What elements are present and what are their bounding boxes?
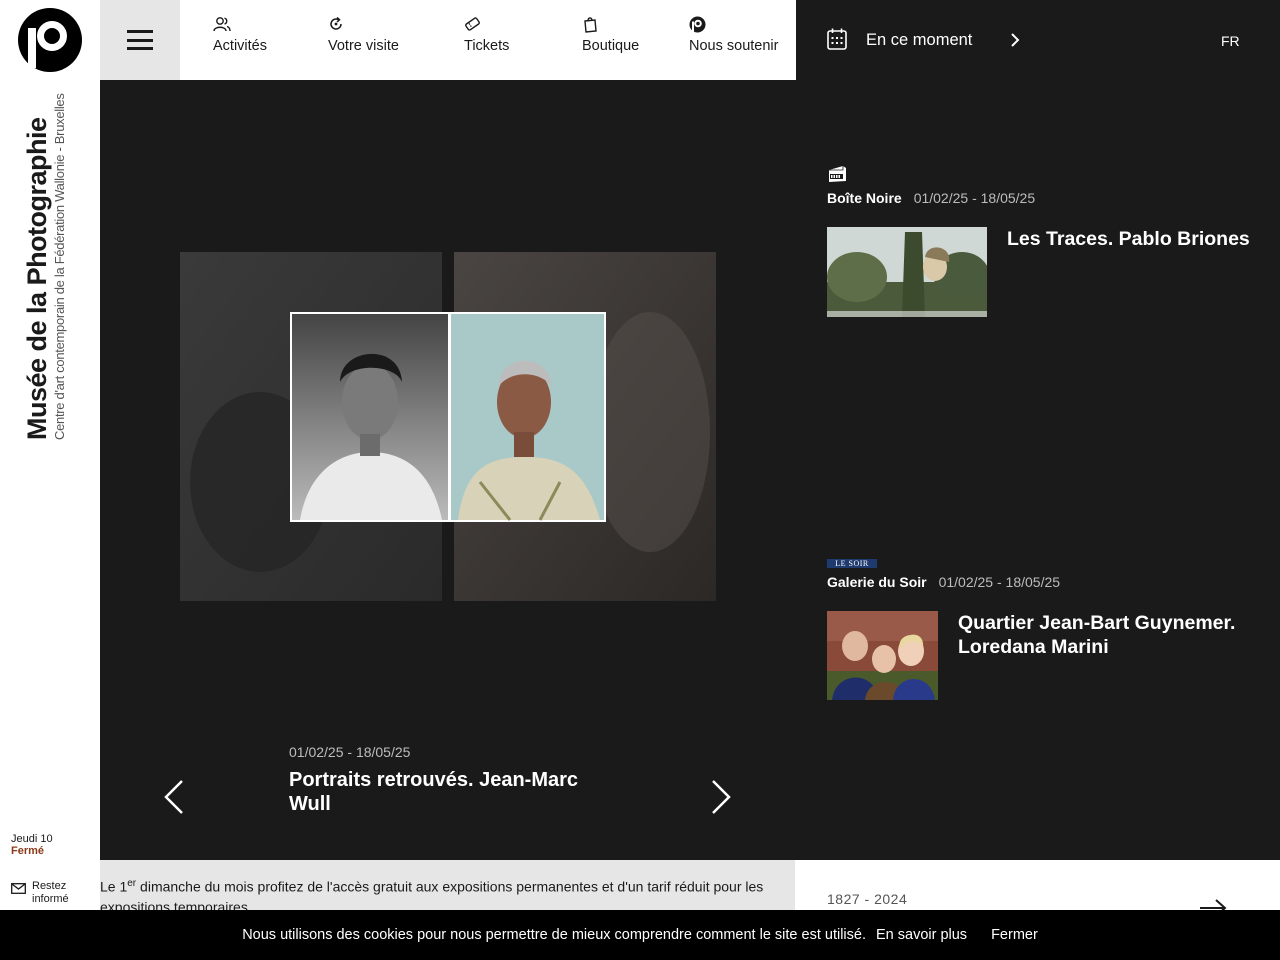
ticket-icon: [464, 16, 509, 34]
language-switch[interactable]: FR: [1221, 33, 1240, 49]
history-years: 1827 - 2024: [827, 891, 908, 907]
refresh-icon: [328, 16, 399, 34]
hero-image[interactable]: [180, 252, 716, 601]
hero-title[interactable]: Portraits retrouvés. Jean-Marc Wull: [289, 769, 578, 815]
next-slide-button[interactable]: [709, 779, 733, 820]
left-sidebar: Musée de la Photographie Centre d'art co…: [0, 0, 100, 960]
hamburger-icon: [127, 30, 153, 50]
exhibition-title: Les Traces. Pablo Briones: [1007, 228, 1250, 250]
nav-item-nous-soutenir[interactable]: Nous soutenir: [689, 16, 778, 54]
exhibition-meta: Galerie du Soir 01/02/25 - 18/05/25: [827, 574, 1060, 590]
people-icon: [213, 16, 267, 34]
nav-label: Tickets: [464, 38, 510, 54]
current-day: Jeudi 10: [11, 833, 53, 845]
exhibition-thumbnail[interactable]: [827, 227, 990, 317]
exhibition-card[interactable]: Boîte Noire 01/02/25 - 18/05/25 Les Trac…: [827, 165, 1257, 325]
exhibition-meta: Boîte Noire 01/02/25 - 18/05/25: [827, 190, 1035, 206]
chevron-left-icon: [164, 780, 183, 814]
museum-logo-icon: [689, 16, 778, 34]
menu-button[interactable]: [100, 0, 180, 80]
museum-logo[interactable]: [16, 6, 84, 74]
calendar-icon: [827, 28, 847, 55]
nav-item-activites[interactable]: Activités: [213, 16, 267, 54]
chevron-right-icon: [712, 780, 731, 814]
main-nav: Activités Votre visite Tickets Boutique …: [180, 0, 796, 80]
museum-subtitle: Centre d'art contemporain de la Fédérati…: [52, 93, 67, 440]
exhibition-venue: Boîte Noire: [827, 190, 902, 206]
info-prefix: Le 1: [100, 878, 128, 895]
mail-icon: [11, 883, 26, 894]
newsletter-link[interactable]: Restez informé: [11, 880, 82, 906]
now-link[interactable]: En ce moment: [866, 31, 972, 50]
nav-label: Votre visite: [328, 38, 399, 54]
boite-noire-icon: [827, 165, 847, 188]
exhibition-venue: Galerie du Soir: [827, 574, 927, 590]
nav-item-votre-visite[interactable]: Votre visite: [328, 16, 399, 54]
exhibition-thumbnail[interactable]: [827, 611, 938, 700]
exhibition-dates: 01/02/25 - 18/05/25: [938, 574, 1061, 590]
cookie-close-button[interactable]: Fermer: [991, 927, 1038, 943]
cookie-learn-more-link[interactable]: En savoir plus: [876, 927, 967, 943]
status-badge: Fermé: [11, 845, 45, 857]
exhibition-card[interactable]: LE SOIR Galerie du Soir 01/02/25 - 18/05…: [827, 559, 1257, 704]
museum-title: Musée de la Photographie Centre d'art co…: [22, 93, 68, 440]
opening-status: Jeudi 10 Fermé: [11, 833, 53, 857]
nav-item-boutique[interactable]: Boutique: [582, 16, 639, 54]
nav-label: Boutique: [582, 38, 640, 54]
hero-dates: 01/02/25 - 18/05/25: [289, 744, 411, 760]
nav-item-tickets[interactable]: Tickets: [464, 16, 509, 54]
hero-caption: 01/02/25 - 18/05/25 Portraits retrouvés.…: [289, 744, 619, 816]
cookie-message: Nous utilisons des cookies pour nous per…: [242, 927, 866, 943]
info-superscript: er: [127, 878, 137, 889]
museum-name: Musée de la Photographie: [22, 117, 52, 440]
cookie-banner: Nous utilisons des cookies pour nous per…: [0, 910, 1280, 960]
exhibition-dates: 01/02/25 - 18/05/25: [913, 190, 1036, 206]
le-soir-logo: LE SOIR: [827, 559, 877, 568]
newsletter-label: Restez informé: [32, 880, 69, 905]
nav-label: Activités: [213, 38, 267, 54]
bag-icon: [582, 16, 639, 34]
nav-label: Nous soutenir: [689, 38, 779, 54]
now-bar: En ce moment FR: [796, 0, 1280, 80]
chevron-right-icon[interactable]: [1010, 32, 1020, 53]
exhibition-title: Quartier Jean-Bart Guynemer. Loredana Ma…: [958, 612, 1236, 658]
prev-slide-button[interactable]: [162, 779, 186, 820]
